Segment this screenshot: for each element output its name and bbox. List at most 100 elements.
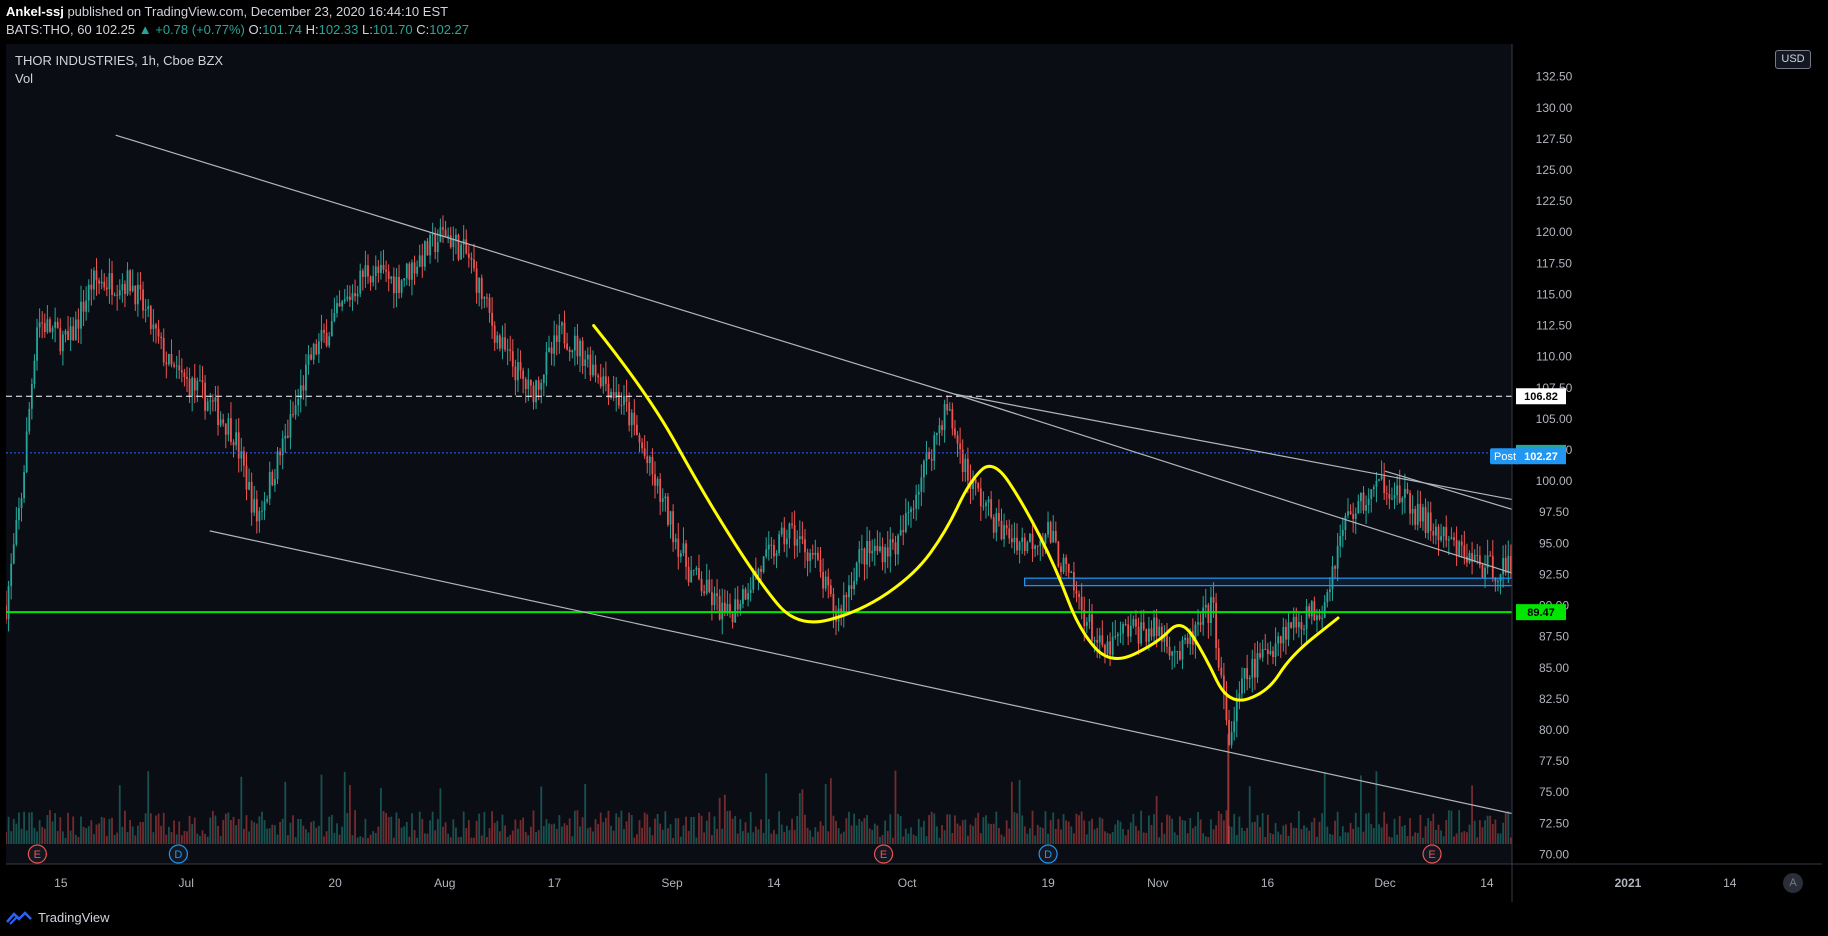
candle-body (1116, 634, 1119, 637)
volume-bar (1197, 811, 1199, 844)
candle-body (426, 241, 429, 256)
volume-bar (134, 835, 137, 844)
volume-bar (630, 815, 633, 844)
volume-bar (434, 830, 437, 844)
volume-bar (436, 819, 439, 844)
candle-body (1091, 614, 1093, 641)
volume-bar (604, 817, 607, 844)
volume-bar (897, 813, 899, 844)
volume-bar (961, 820, 964, 844)
candle-body (372, 276, 375, 283)
volume-bar (126, 832, 129, 844)
tradingview-brand: TradingView (38, 910, 110, 925)
volume-bar (1106, 832, 1109, 844)
candle-body (617, 392, 620, 406)
candle-body (664, 496, 667, 499)
volume-bar (36, 831, 38, 844)
candle-body (1424, 507, 1427, 533)
time-tick-label: 19 (1041, 876, 1055, 890)
volume-bar (718, 797, 721, 844)
candle-body (1168, 646, 1171, 656)
price-tick-label: 130.00 (1536, 101, 1573, 115)
volume-bar (312, 820, 315, 844)
candle-body (920, 477, 923, 492)
candle-body (1217, 647, 1220, 668)
volume-bar (67, 812, 69, 844)
candle-body (1259, 653, 1261, 658)
volume-bar (242, 828, 245, 844)
volume-bar (1318, 821, 1321, 844)
volume-bar (131, 826, 134, 844)
price-tick-label: 120.00 (1536, 225, 1573, 239)
candle-body (380, 264, 382, 274)
currency-badge[interactable]: USD (1775, 50, 1811, 69)
volume-bar (889, 814, 892, 844)
volume-bar (1189, 818, 1192, 844)
candle-body (356, 293, 359, 297)
candle-body (917, 491, 920, 495)
candle-body (876, 545, 879, 552)
candle-body (1127, 624, 1130, 637)
volume-bar (483, 812, 486, 844)
volume-bar (214, 815, 217, 844)
volume-bar (346, 813, 349, 844)
candle-body (638, 435, 641, 443)
candle-body (1266, 649, 1269, 655)
candle-body (77, 319, 80, 329)
candle-body (1018, 541, 1021, 551)
candle-body (20, 498, 23, 508)
price-label-value: 89.47 (1527, 607, 1555, 619)
candle-body (1122, 624, 1124, 634)
candle-body (951, 409, 954, 429)
candle-body (941, 425, 943, 430)
candle-body (966, 458, 969, 481)
volume-bar (1225, 810, 1228, 844)
volume-bar (579, 826, 581, 844)
volume-bar (85, 828, 88, 844)
volume-bar (168, 826, 170, 844)
volume-bar (219, 836, 222, 844)
volume-bar (405, 821, 408, 844)
volume-bar (1065, 820, 1068, 844)
volume-bar (351, 835, 354, 844)
candle-body (157, 328, 160, 337)
volume-bar (848, 811, 850, 844)
volume-bar (711, 835, 713, 844)
candle-body (915, 494, 918, 509)
volume-bar (1297, 811, 1300, 844)
volume-bar (199, 835, 201, 844)
volume-bar (1098, 817, 1101, 844)
candle-body (266, 498, 269, 502)
candle-body (767, 544, 770, 550)
volume-bar (708, 812, 711, 844)
volume-bar (380, 787, 382, 844)
volume-bar (361, 837, 364, 844)
tradingview-logo[interactable]: TradingView (6, 910, 110, 925)
volume-bar (491, 811, 494, 844)
volume-bar (152, 832, 155, 844)
candle-body (703, 591, 706, 594)
candle-body (54, 321, 57, 328)
volume-bar (1140, 810, 1143, 844)
volume-bar (1109, 833, 1111, 844)
candle-body (310, 354, 313, 360)
volume-bar (661, 829, 664, 844)
candle-body (263, 501, 266, 511)
volume-bar (30, 812, 33, 844)
auto-scale-button[interactable]: A (1783, 873, 1803, 893)
price-chart[interactable]: E D E D E 70.00 72.50 75.00 77.50 80.00 82.50 85.0… (6, 44, 1822, 902)
author-name[interactable]: Ankel-ssj (6, 4, 64, 19)
candle-body (979, 488, 982, 507)
volume-bar (1447, 810, 1450, 844)
volume-bar (1101, 818, 1104, 844)
candle-body (178, 365, 181, 371)
candle-body (1318, 615, 1321, 619)
candle-body (633, 412, 636, 425)
candle-body (804, 539, 806, 553)
candle-body (168, 353, 170, 365)
candle-body (346, 296, 349, 300)
volume-bar (1453, 836, 1455, 844)
candle-body (423, 241, 426, 267)
open-value: 101.74 (262, 22, 302, 37)
candle-body (12, 544, 15, 564)
